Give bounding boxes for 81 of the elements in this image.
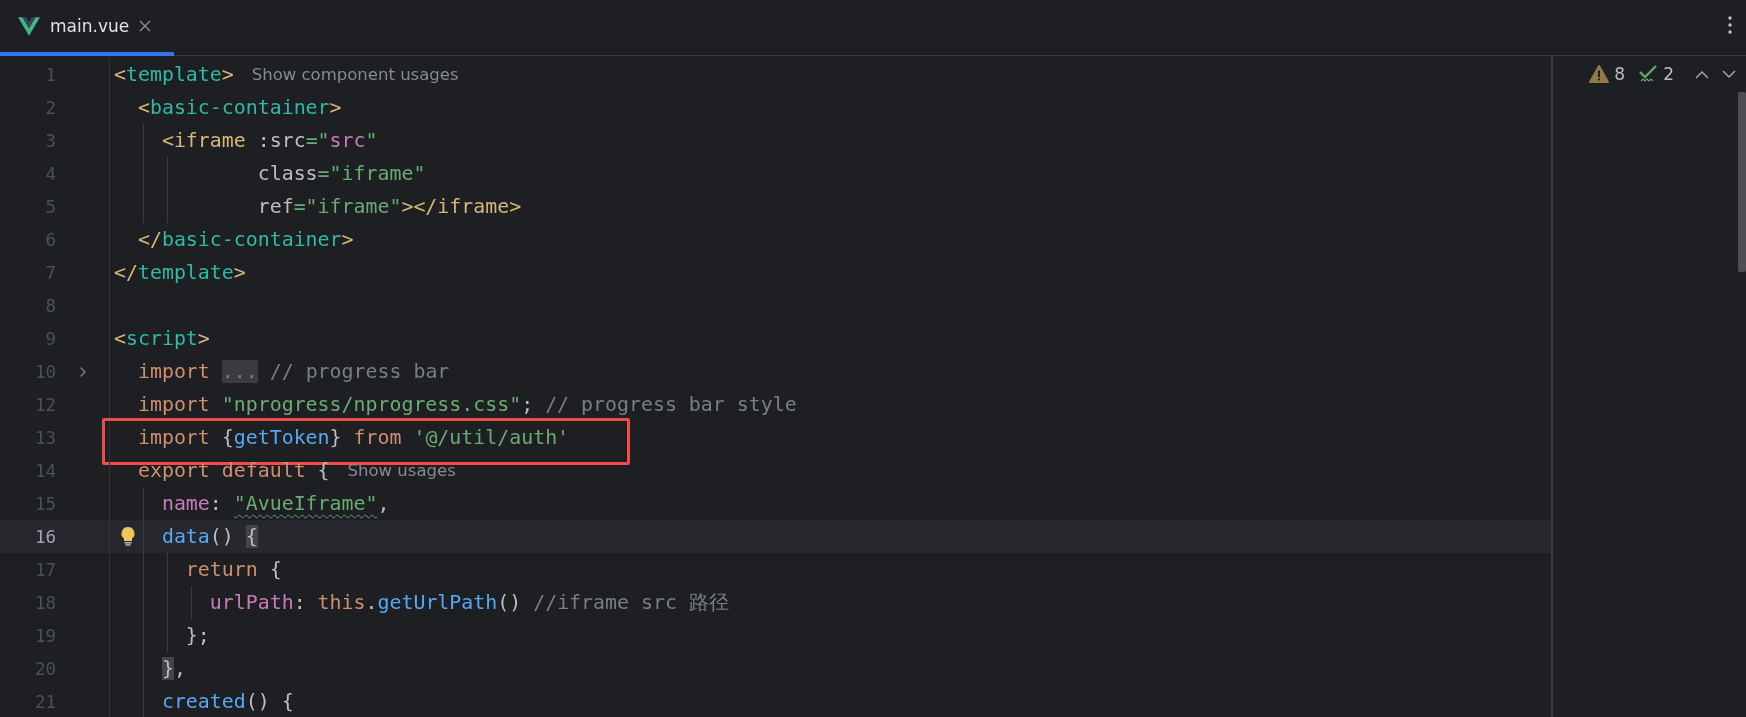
code-token: export default bbox=[137, 459, 307, 482]
line-number: 16 bbox=[33, 526, 56, 547]
file-tab[interactable]: main.vue bbox=[0, 0, 174, 56]
code-token: () { bbox=[245, 690, 294, 713]
code-token: ="iframe" bbox=[293, 195, 402, 218]
code-token: "nprogress/nprogress.css" bbox=[221, 393, 522, 416]
code-token: } bbox=[329, 426, 343, 449]
code-token: iframe bbox=[437, 195, 510, 218]
code-token: > bbox=[329, 96, 342, 119]
code-token: > bbox=[509, 195, 522, 218]
code-token: return bbox=[185, 558, 259, 581]
code-token: this bbox=[317, 591, 366, 614]
code-token: template bbox=[137, 261, 234, 284]
warning-icon[interactable] bbox=[1589, 65, 1610, 83]
code-token: : bbox=[293, 591, 307, 614]
code-token: urlPath bbox=[209, 591, 294, 614]
folded-code[interactable]: ... bbox=[221, 360, 258, 383]
tab-label: main.vue bbox=[50, 16, 130, 36]
code-token: src bbox=[329, 129, 366, 152]
code-token: . bbox=[365, 591, 378, 614]
code-token: "AvueIframe" bbox=[233, 492, 378, 515]
code-token: ; bbox=[521, 393, 535, 416]
code-token: created bbox=[161, 690, 246, 713]
code-token: { bbox=[221, 426, 234, 449]
code-token: import bbox=[137, 393, 211, 416]
code-token: </ bbox=[137, 228, 162, 251]
check-icon[interactable] bbox=[1638, 64, 1659, 84]
code-token: < bbox=[137, 96, 150, 119]
up-chevron-icon[interactable] bbox=[1695, 69, 1709, 79]
code-token: , bbox=[377, 492, 390, 515]
code-token: ref bbox=[257, 195, 294, 218]
more-icon[interactable] bbox=[1728, 16, 1732, 34]
code-token: script bbox=[126, 327, 198, 350]
code-token: iframe bbox=[173, 129, 246, 152]
code-token: //iframe src 路径 bbox=[533, 590, 729, 616]
warning-count: 8 bbox=[1614, 64, 1626, 84]
code-token: import bbox=[137, 360, 211, 383]
code-token: import bbox=[137, 426, 211, 449]
weak-warning-count: 2 bbox=[1663, 64, 1674, 84]
code-token: > bbox=[341, 228, 354, 251]
scrollbar-thumb[interactable] bbox=[1738, 92, 1746, 272]
code-token: { bbox=[317, 459, 330, 482]
code-token: , bbox=[173, 657, 186, 680]
code-token: () bbox=[209, 525, 235, 548]
down-chevron-icon[interactable] bbox=[1722, 69, 1736, 79]
code-token: :src bbox=[257, 129, 306, 152]
code-token: > bbox=[197, 327, 210, 350]
inlay-hint[interactable]: Show usages bbox=[347, 461, 456, 480]
code-token: // progress bar style bbox=[545, 393, 797, 416]
code-token: ="iframe" bbox=[317, 162, 426, 185]
code-token: basic-container bbox=[149, 96, 330, 119]
code-token: from bbox=[353, 426, 403, 449]
code-token: class bbox=[257, 162, 318, 185]
code-token: name bbox=[161, 492, 210, 515]
inlay-hint[interactable]: Show component usages bbox=[251, 65, 459, 84]
code-token: template bbox=[126, 63, 222, 86]
code-token: =" bbox=[305, 129, 330, 152]
code-token: getToken bbox=[233, 426, 330, 449]
vue-logo-icon bbox=[18, 16, 40, 36]
code-token: } bbox=[161, 657, 174, 680]
code-token: basic-container bbox=[161, 228, 342, 251]
code-token: data bbox=[161, 525, 210, 548]
code-token: " bbox=[365, 129, 378, 152]
code-token: </ bbox=[114, 261, 138, 284]
code-token: }; bbox=[185, 624, 210, 647]
code-token: // progress bar bbox=[269, 360, 450, 383]
close-icon[interactable] bbox=[139, 20, 152, 32]
expand-chevron-icon[interactable] bbox=[78, 365, 87, 378]
code-token: ></ bbox=[401, 195, 438, 218]
code-token: '@/util/auth' bbox=[413, 426, 570, 449]
code-token: : bbox=[209, 492, 223, 515]
code-token: { bbox=[245, 525, 258, 548]
code-token: < bbox=[161, 129, 174, 152]
lightbulb-icon[interactable] bbox=[120, 526, 136, 546]
code-token: > bbox=[233, 261, 246, 284]
code-token: < bbox=[114, 327, 126, 350]
code-token: getUrlPath bbox=[377, 591, 498, 614]
code-token: < bbox=[114, 63, 126, 86]
code-token: { bbox=[269, 558, 282, 581]
code-token: > bbox=[221, 63, 234, 86]
code-token: () bbox=[497, 591, 523, 614]
